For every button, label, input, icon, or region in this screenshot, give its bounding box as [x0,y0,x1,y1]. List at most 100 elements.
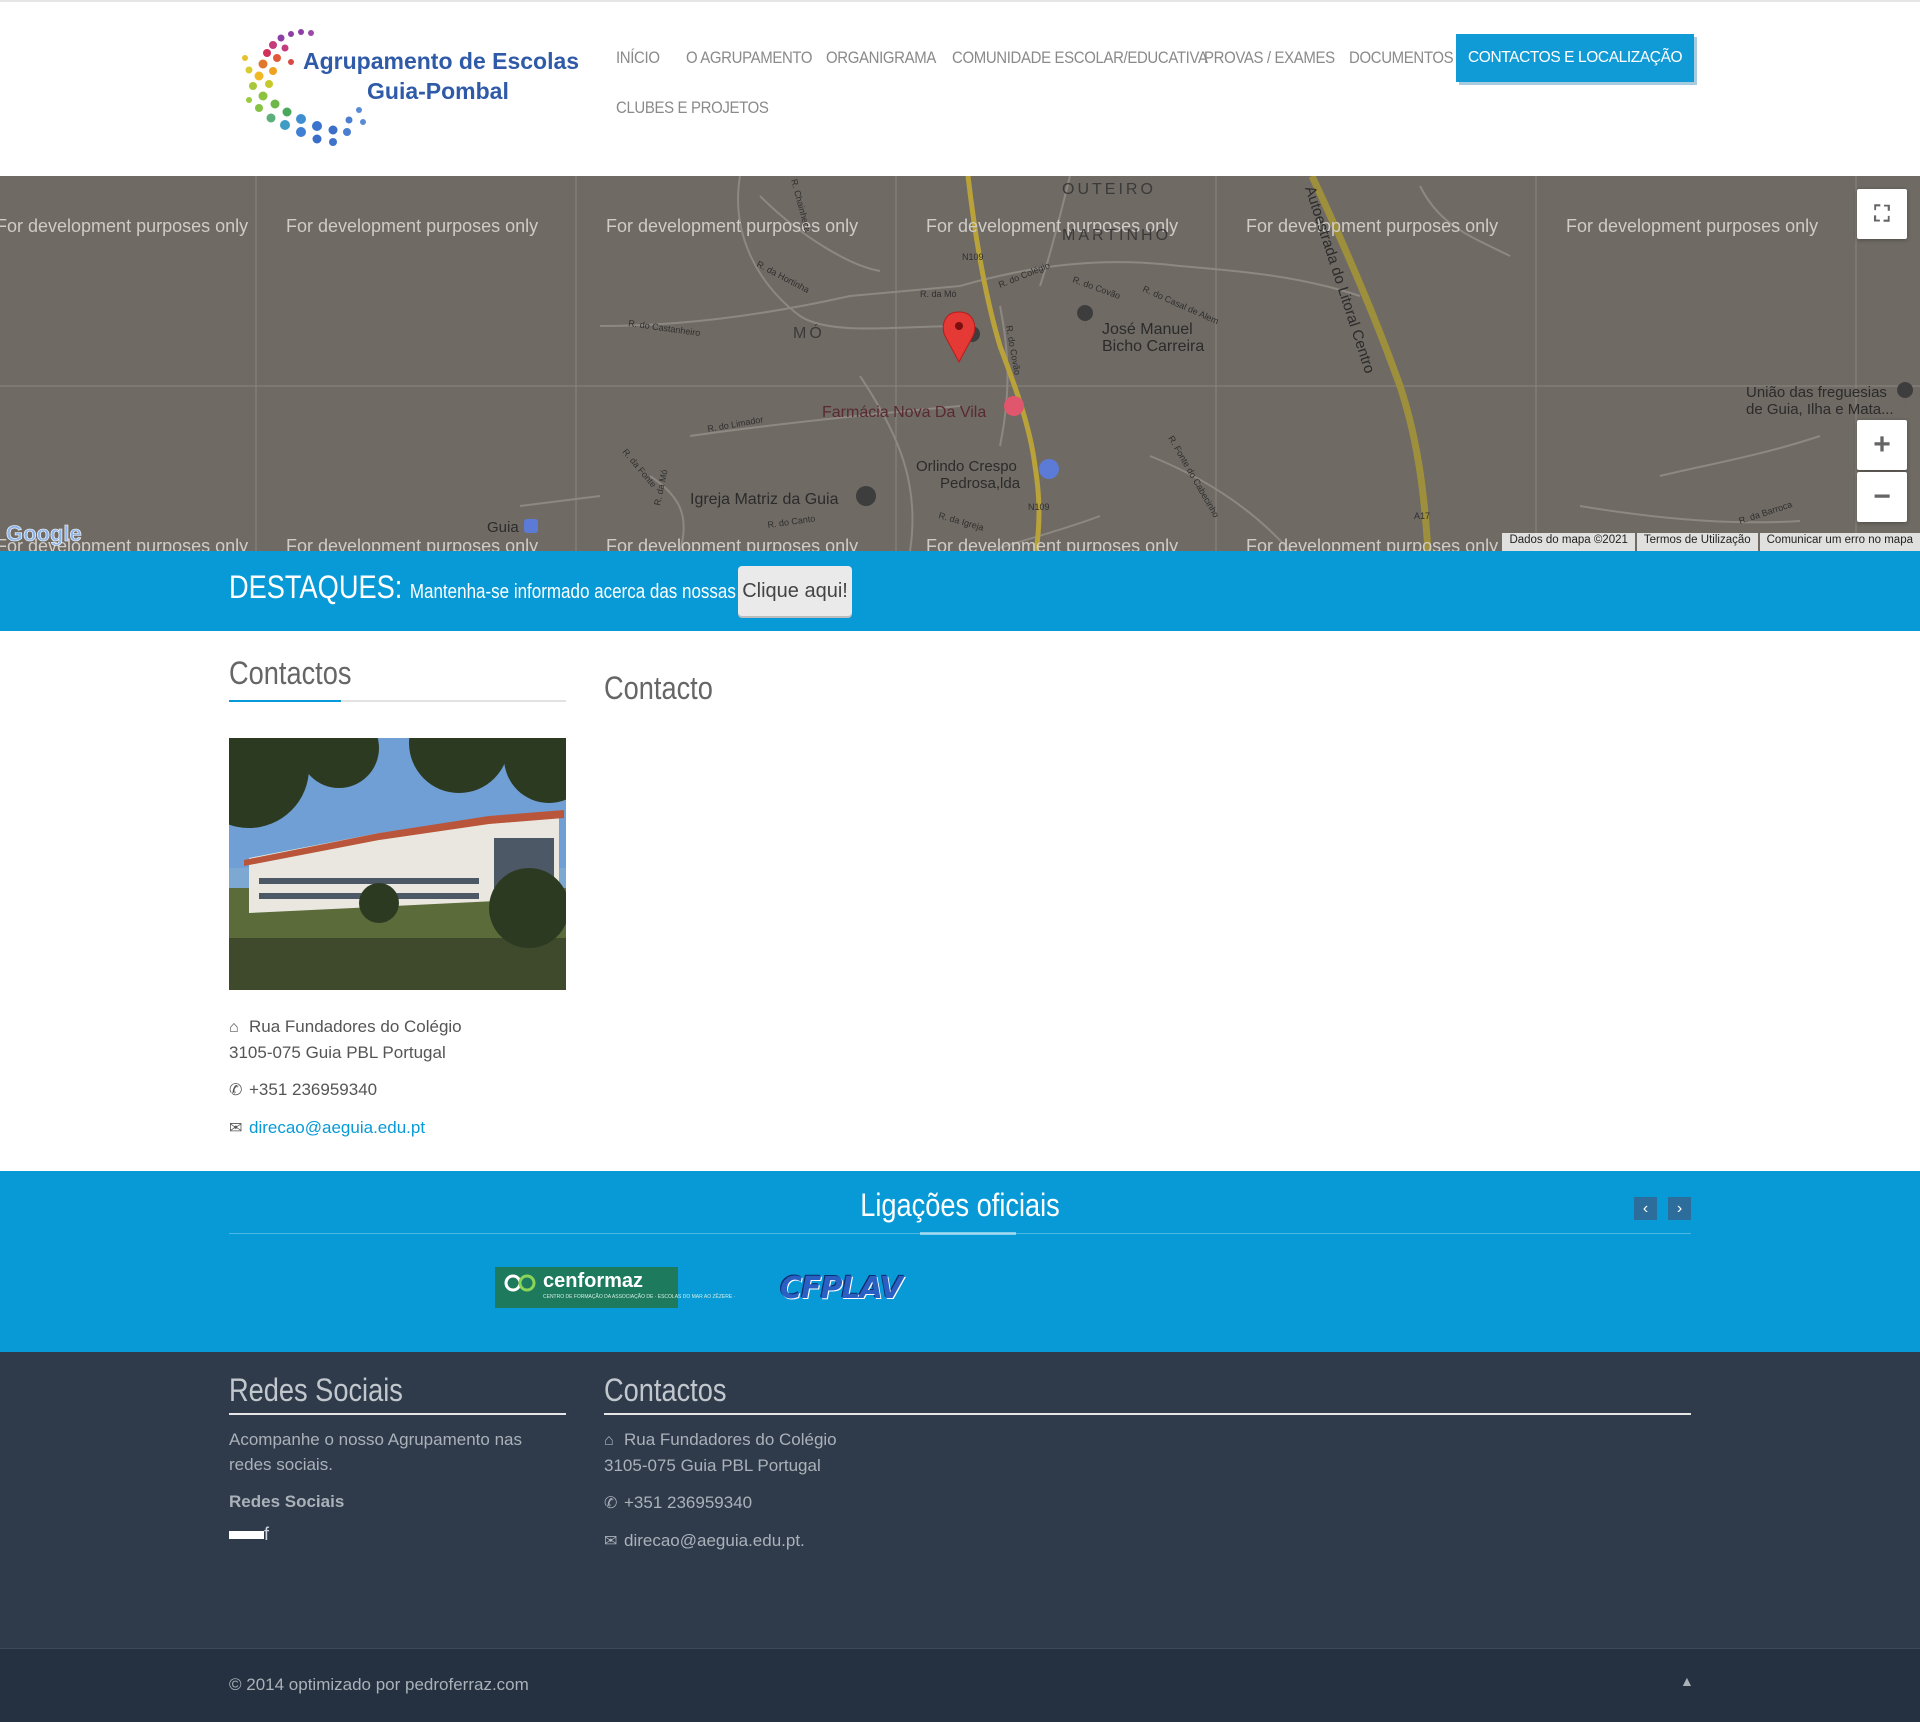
gas-station-marker-icon [1039,459,1059,479]
carousel-next-button[interactable]: › [1668,1197,1691,1220]
map-watermark: For development purposes only [606,536,858,551]
street-label: R. Fonte do Cabecinho [1166,434,1221,519]
map-terms-link[interactable]: Termos de Utilização [1636,533,1758,551]
contact-form-area: Contacto [604,670,732,707]
footer-contact-column: Contactos ⌂ Rua Fundadores do Colégio 310… [604,1372,1691,1554]
map-label-jose2: Bicho Carreira [1102,338,1204,355]
road-shield: A17 [1414,511,1430,521]
map-label-jose1: José Manuel [1102,321,1193,338]
footer-social-subheading: Redes Sociais [229,1492,345,1511]
footer-social-text: Acompanhe o nosso Agrupamento nas redes … [229,1430,522,1474]
nav-documentos[interactable]: DOCUMENTOS [1349,34,1454,82]
heading-divider [229,700,566,702]
bus-stop-icon [524,519,538,533]
street-label: R. do Casal de Alem [1141,284,1220,327]
highlights-button[interactable]: Clique aqui! [738,566,852,616]
back-to-top-icon[interactable]: ▲ [1680,1673,1694,1689]
footer-contact-heading: Contactos [604,1372,727,1408]
nav-contactos-localizacao[interactable]: CONTACTOS E LOCALIZAÇÃO [1456,34,1695,82]
site-logo[interactable]: Agrupamento de Escolas Guia-Pombal [229,22,579,157]
phone-icon: ✆ [604,1495,618,1512]
footer-email-text[interactable]: direcao@aeguia.edu.pt. [624,1531,805,1550]
nav-clubes-projetos[interactable]: CLUBES E PROJETOS [616,84,769,132]
map-watermark: For development purposes only [606,216,858,236]
map-label-outeiro: OUTEIRO [1062,181,1156,198]
official-links-title: Ligações oficiais [860,1187,1060,1223]
pharmacy-marker-icon [1004,396,1024,416]
poi-marker-icon [1897,382,1914,410]
highlights-label: DESTAQUES: Mantenha-se informado acerca … [229,569,817,606]
site-header: Agrupamento de Escolas Guia-Pombal INÍCI… [0,0,1920,176]
church-marker-icon [856,486,876,506]
map-fullscreen-button[interactable]: ⛶ [1857,189,1907,239]
map-watermark: For development purposes only [1566,216,1818,236]
facebook-link[interactable]: f [229,1524,566,1545]
map-label-igreja: Igreja Matriz da Guia [690,491,839,508]
map-label-uniao2: de Guia, Ilha e Mata... [1746,401,1894,418]
map-watermark: For development purposes only [286,216,538,236]
map-canvas[interactable]: For development purposes only For develo… [0,176,1920,551]
logo-title-line2: Guia-Pombal [367,78,509,104]
footer-social-column: Redes Sociais Acompanhe o nosso Agrupame… [229,1372,566,1545]
map-label-orlindo1: Orlindo Crespo [916,458,1017,475]
address-line1: Rua Fundadores do Colégio [249,1017,462,1036]
home-icon: ⌂ [229,1019,239,1036]
contacts-heading: Contactos [229,655,352,691]
road-shield: N109 [962,252,984,262]
map-label-martinho: MARTINHO [1062,227,1171,244]
phone-block: ✆ +351 236959340 [229,1077,566,1103]
map-attribution-bar: Dados do mapa ©2021 Termos de Utilização… [1500,533,1920,551]
address-line2: 3105-075 Guia PBL Portugal [229,1043,446,1062]
official-links-section: Ligações oficiais ‹ › cenformaz CENTRO D… [0,1171,1920,1352]
footer-phone: ✆ +351 236959340 [604,1490,1691,1516]
phone-icon: ✆ [229,1082,243,1099]
nav-provas-exames[interactable]: PROVAS / EXAMES [1204,34,1335,82]
map-label-uniao1: União das freguesias [1746,384,1887,401]
footer-address-line2: 3105-075 Guia PBL Portugal [604,1456,821,1475]
street-label: R. da Mó [652,469,669,507]
footer-phone-number: +351 236959340 [624,1493,753,1512]
email-link[interactable]: direcao@aeguia.edu.pt [249,1118,425,1137]
map-watermark: For development purposes only [1246,216,1498,236]
nav-organigrama[interactable]: ORGANIGRAMA [826,34,936,82]
street-label: R. do Limador [707,414,764,434]
map-label-orlindo2: Pedrosa,lda [940,475,1021,492]
logo-dots-graphic [242,29,366,146]
cfplav-wordmark: CFPLAV [780,1271,903,1306]
envelope-icon: ✉ [229,1120,243,1137]
map-label-guia: Guia [487,519,519,536]
map-label-autoestrada: Autoestrada do Litoral Centro [1301,184,1378,376]
nav-inicio[interactable]: INÍCIO [616,34,660,82]
map-zoom-in-button[interactable]: + [1857,420,1907,470]
map-zoom-out-button[interactable]: − [1857,472,1907,522]
map-watermark: For development purposes only [0,216,248,236]
map-report-error-link[interactable]: Comunicar um erro no mapa [1759,533,1920,551]
google-logo: Google [6,521,82,546]
nav-o-agrupamento[interactable]: O AGRUPAMENTO [686,34,813,82]
street-label: R. do Canto [767,513,816,530]
highlights-title: DESTAQUES: [229,569,403,605]
cenformaz-subtitle: CENTRO DE FORMAÇÃO DA ASSOCIAÇÃO DE · ES… [543,1294,736,1300]
highlights-bar: DESTAQUES: Mantenha-se informado acerca … [0,551,1920,631]
home-icon: ⌂ [604,1432,614,1449]
address-block: ⌂ Rua Fundadores do Colégio 3105-075 Guia… [229,1014,566,1065]
map-data-credit: Dados do mapa ©2021 [1502,533,1635,551]
cfplav-logo-link[interactable]: CFPLAV [780,1267,903,1307]
google-map[interactable]: For development purposes only For develo… [0,176,1920,551]
phone-number: +351 236959340 [249,1080,378,1099]
street-label: R. do Covão [1071,274,1121,301]
copyright-bar: © 2014 optimizado por pedroferraz.com ▲ [0,1648,1920,1722]
envelope-icon: ✉ [604,1533,618,1550]
copyright-text: © 2014 optimizado por pedroferraz.com [229,1675,529,1694]
cenformaz-wordmark: cenformaz [543,1270,644,1292]
school-building-photo [229,738,566,990]
nav-comunidade-escolar[interactable]: COMUNIDADE ESCOLAR/EDUCATIVA [952,34,1208,82]
map-watermark: For development purposes only [926,536,1178,551]
carousel-prev-button[interactable]: ‹ [1634,1197,1657,1220]
road-shield: N109 [1028,502,1050,512]
facebook-icon: f [264,1524,270,1544]
email-block: ✉ direcao@aeguia.edu.pt [229,1115,566,1141]
cenformaz-logo-link[interactable]: cenformaz CENTRO DE FORMAÇÃO DA ASSOCIAÇ… [495,1267,735,1308]
map-label-farmacia: Farmácia Nova Da Vila [822,404,986,421]
footer-email: ✉ direcao@aeguia.edu.pt. [604,1528,1691,1554]
